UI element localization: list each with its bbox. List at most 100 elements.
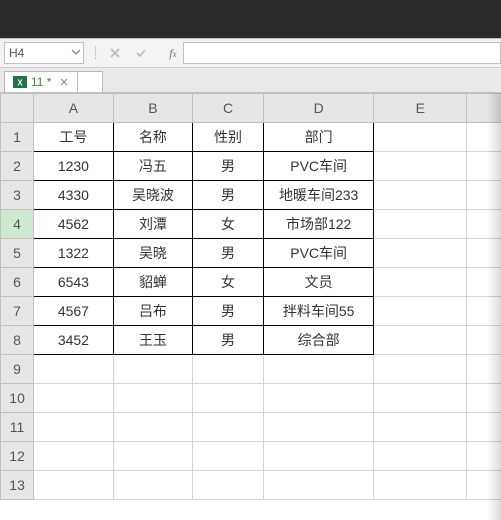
- row-header[interactable]: 13: [1, 471, 34, 500]
- cell[interactable]: [467, 181, 501, 210]
- cell[interactable]: [34, 471, 114, 500]
- cell[interactable]: [263, 471, 373, 500]
- cell[interactable]: 4330: [34, 181, 114, 210]
- cell[interactable]: [193, 355, 264, 384]
- cell[interactable]: [34, 355, 114, 384]
- cell[interactable]: 6543: [34, 268, 114, 297]
- cell[interactable]: [374, 326, 467, 355]
- formula-bar-input[interactable]: [183, 42, 501, 64]
- cell[interactable]: [467, 210, 501, 239]
- cell[interactable]: 部门: [263, 123, 373, 152]
- cell[interactable]: 文员: [263, 268, 373, 297]
- cell[interactable]: 女: [193, 210, 264, 239]
- cell[interactable]: 貂蝉: [113, 268, 193, 297]
- cell[interactable]: 4562: [34, 210, 114, 239]
- cell[interactable]: [374, 442, 467, 471]
- cell[interactable]: [374, 268, 467, 297]
- cell[interactable]: 吴晓: [113, 239, 193, 268]
- cell[interactable]: [113, 413, 193, 442]
- cell[interactable]: [467, 326, 501, 355]
- row-header[interactable]: 1: [1, 123, 34, 152]
- cell[interactable]: 女: [193, 268, 264, 297]
- cell[interactable]: [374, 297, 467, 326]
- col-header[interactable]: D: [263, 94, 373, 123]
- cell[interactable]: [467, 268, 501, 297]
- cell[interactable]: [374, 123, 467, 152]
- cell[interactable]: [374, 181, 467, 210]
- cell[interactable]: [113, 384, 193, 413]
- cell[interactable]: [467, 442, 501, 471]
- cell[interactable]: PVC车间: [263, 152, 373, 181]
- row-header[interactable]: 9: [1, 355, 34, 384]
- cell[interactable]: 地暖车间233: [263, 181, 373, 210]
- select-all-corner[interactable]: [1, 94, 34, 123]
- cell[interactable]: 1230: [34, 152, 114, 181]
- cell[interactable]: [374, 152, 467, 181]
- cell[interactable]: [113, 471, 193, 500]
- cell[interactable]: [374, 210, 467, 239]
- cell[interactable]: [467, 384, 501, 413]
- cell[interactable]: 综合部: [263, 326, 373, 355]
- cell[interactable]: [193, 471, 264, 500]
- cell[interactable]: [263, 442, 373, 471]
- cell[interactable]: [467, 239, 501, 268]
- cell[interactable]: [263, 413, 373, 442]
- col-header[interactable]: B: [113, 94, 193, 123]
- row-header[interactable]: 10: [1, 384, 34, 413]
- cell[interactable]: [34, 413, 114, 442]
- cell[interactable]: [467, 123, 501, 152]
- row-header[interactable]: 6: [1, 268, 34, 297]
- spreadsheet-grid[interactable]: A B C D E F 1 工号 名称 性别 部门 2 1230 冯五 男 PV…: [0, 93, 501, 520]
- cell[interactable]: 工号: [34, 123, 114, 152]
- cell[interactable]: [193, 384, 264, 413]
- cell[interactable]: [467, 471, 501, 500]
- cell[interactable]: [467, 355, 501, 384]
- cell[interactable]: [374, 413, 467, 442]
- cell[interactable]: 男: [193, 297, 264, 326]
- cell[interactable]: 名称: [113, 123, 193, 152]
- workbook-tab[interactable]: X 11 * ✕: [4, 71, 78, 92]
- name-box[interactable]: H4: [4, 42, 84, 64]
- cell[interactable]: 性别: [193, 123, 264, 152]
- enter-icon[interactable]: [133, 45, 149, 61]
- cell[interactable]: [34, 442, 114, 471]
- cell[interactable]: [113, 355, 193, 384]
- cell[interactable]: 4567: [34, 297, 114, 326]
- cell[interactable]: 1322: [34, 239, 114, 268]
- row-header[interactable]: 4: [1, 210, 34, 239]
- cell[interactable]: [113, 442, 193, 471]
- col-header[interactable]: F: [467, 94, 501, 123]
- cell[interactable]: [374, 471, 467, 500]
- row-header[interactable]: 3: [1, 181, 34, 210]
- col-header[interactable]: A: [34, 94, 114, 123]
- cell[interactable]: [263, 384, 373, 413]
- cell[interactable]: 拌料车间55: [263, 297, 373, 326]
- cell[interactable]: 男: [193, 152, 264, 181]
- cell[interactable]: PVC车间: [263, 239, 373, 268]
- fx-icon[interactable]: fx: [169, 46, 176, 61]
- col-header[interactable]: E: [374, 94, 467, 123]
- cell[interactable]: 市场部122: [263, 210, 373, 239]
- cell[interactable]: 吴晓波: [113, 181, 193, 210]
- col-header[interactable]: C: [193, 94, 264, 123]
- cell[interactable]: 吕布: [113, 297, 193, 326]
- cell[interactable]: [374, 384, 467, 413]
- cell[interactable]: 王玉: [113, 326, 193, 355]
- cell[interactable]: 刘潭: [113, 210, 193, 239]
- cancel-icon[interactable]: [107, 45, 123, 61]
- cell[interactable]: 冯五: [113, 152, 193, 181]
- row-header[interactable]: 12: [1, 442, 34, 471]
- blank-tab-area[interactable]: [78, 71, 103, 92]
- row-header[interactable]: 2: [1, 152, 34, 181]
- cell[interactable]: 3452: [34, 326, 114, 355]
- cell[interactable]: [263, 355, 373, 384]
- cell[interactable]: [34, 384, 114, 413]
- row-header[interactable]: 11: [1, 413, 34, 442]
- cell[interactable]: [193, 442, 264, 471]
- close-icon[interactable]: ✕: [59, 76, 68, 89]
- cell[interactable]: [374, 355, 467, 384]
- row-header[interactable]: 5: [1, 239, 34, 268]
- cell[interactable]: [467, 297, 501, 326]
- row-header[interactable]: 7: [1, 297, 34, 326]
- cell[interactable]: 男: [193, 239, 264, 268]
